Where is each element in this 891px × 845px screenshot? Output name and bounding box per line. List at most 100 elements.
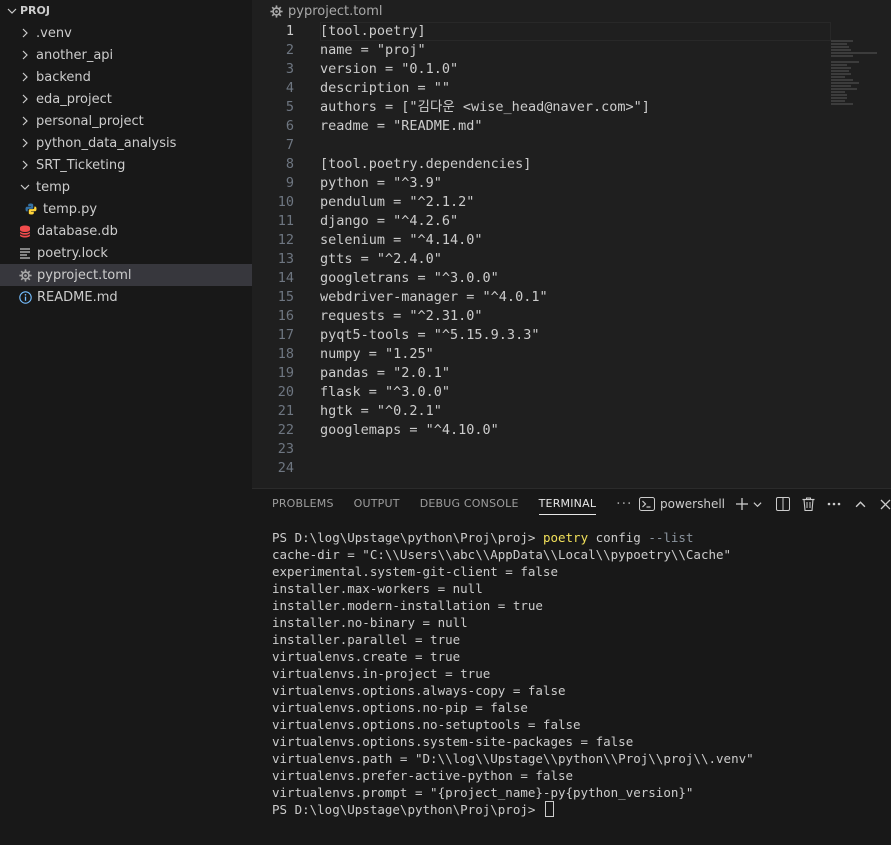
file-readme-md[interactable]: README.md [0, 286, 252, 308]
folder-python-data-analysis[interactable]: python_data_analysis [0, 132, 252, 154]
kill-terminal-button[interactable] [802, 493, 815, 515]
terminal-shell-selector[interactable]: powershell [639, 493, 725, 515]
code-line[interactable]: 12 selenium = "^4.14.0" [252, 231, 891, 250]
code-line[interactable]: 6 readme = "README.md" [252, 117, 891, 136]
split-terminal-button[interactable] [776, 493, 790, 515]
terminal-output-line: virtualenvs.options.no-pip = false [272, 700, 528, 715]
bottom-panel: PROBLEMS OUTPUT DEBUG CONSOLE TERMINAL ··· … [252, 488, 891, 845]
split-icon [776, 497, 790, 511]
code-line[interactable]: 18 numpy = "1.25" [252, 345, 891, 364]
code-line[interactable]: 22 googlemaps = "^4.10.0" [252, 421, 891, 440]
minimap-line [831, 88, 857, 90]
maximize-panel-button[interactable] [855, 493, 866, 515]
line-text: googlemaps = "^4.10.0" [320, 422, 499, 438]
line-number: 20 [277, 384, 294, 400]
new-terminal-button[interactable] [735, 493, 749, 515]
breadcrumb-file[interactable]: pyproject.toml [288, 4, 383, 19]
minimap-line [831, 82, 859, 84]
terminal-output[interactable]: PS D:\log\Upstage\python\Proj\proj> poet… [272, 529, 883, 818]
panel-tabs: PROBLEMS OUTPUT DEBUG CONSOLE TERMINAL ··· … [252, 489, 891, 519]
code-line[interactable]: 19 pandas = "2.0.1" [252, 364, 891, 383]
tree-item-label: temp [36, 179, 71, 195]
panel-tab-output[interactable]: OUTPUT [354, 489, 400, 519]
terminal-output-line: cache-dir = "C:\\Users\\abc\\AppData\\Lo… [272, 547, 732, 562]
file-poetry-lock[interactable]: poetry.lock [0, 242, 252, 264]
line-text: gtts = "^2.4.0" [320, 251, 442, 267]
minimap-line [831, 64, 847, 66]
database-icon [18, 220, 32, 242]
code-line[interactable]: 3 version = "0.1.0" [252, 60, 891, 79]
minimap-line [831, 52, 877, 54]
line-text: readme = "README.md" [320, 118, 483, 134]
line-number: 12 [277, 232, 294, 248]
line-text: pendulum = "^2.1.2" [320, 194, 475, 210]
code-line[interactable]: 23 [252, 440, 891, 459]
code-line[interactable]: 24 [252, 459, 891, 478]
terminal-final-prompt-line[interactable]: PS D:\log\Upstage\python\Proj\proj> [272, 801, 883, 818]
terminal-final-prompt: PS D:\log\Upstage\python\Proj\proj> [272, 802, 543, 817]
code-view[interactable]: 1 [tool.poetry] 2 name = "proj" 3 version = "… [252, 22, 891, 488]
tree-item-label: python_data_analysis [36, 135, 177, 151]
breadcrumb[interactable]: pyproject.toml [252, 0, 891, 22]
minimap-line [831, 94, 847, 96]
terminal-command-line: PS D:\log\Upstage\python\Proj\proj> poet… [272, 529, 883, 546]
code-line[interactable]: 21 hgtk = "^0.2.1" [252, 402, 891, 421]
line-number: 9 [285, 175, 294, 191]
terminal-output-line: virtualenvs.in-project = true [272, 666, 491, 681]
folder-backend[interactable]: backend [0, 66, 252, 88]
code-line[interactable]: 1 [tool.poetry] [252, 22, 891, 41]
chevron-down-icon [18, 176, 32, 198]
panel-overflow-button[interactable] [827, 493, 841, 515]
panel-tab-debug-console[interactable]: DEBUG CONSOLE [420, 489, 519, 519]
folder-srt-ticketing[interactable]: SRT_Ticketing [0, 154, 252, 176]
explorer-root-folder[interactable]: PROJ [0, 0, 252, 22]
folder-another-api[interactable]: another_api [0, 44, 252, 66]
code-line[interactable]: 7 [252, 136, 891, 155]
tree-item-label: database.db [37, 223, 118, 239]
line-number: 3 [285, 61, 294, 77]
file-database-db[interactable]: database.db [0, 220, 252, 242]
lines-file-icon [18, 242, 32, 264]
line-text: pandas = "2.0.1" [320, 365, 451, 381]
folder-temp[interactable]: temp [0, 176, 252, 198]
minimap-line [831, 55, 853, 57]
code-line[interactable]: 2 name = "proj" [252, 41, 891, 60]
tree-item-label: pyproject.toml [37, 267, 132, 283]
folder-venv[interactable]: .venv [0, 22, 252, 44]
line-number: 24 [277, 460, 294, 476]
line-number: 2 [285, 42, 294, 58]
code-line[interactable]: 15 webdriver-manager = "^4.0.1" [252, 288, 891, 307]
terminal-output-line: experimental.system-git-client = false [272, 564, 558, 579]
panel-actions: powershell [639, 489, 891, 519]
line-text: pyqt5-tools = "^5.15.9.3.3" [320, 327, 540, 343]
panel-tab-terminal[interactable]: TERMINAL [538, 489, 597, 519]
minimap[interactable] [831, 40, 883, 110]
panel-more-tabs-button[interactable]: ··· [616, 489, 632, 519]
terminal-command-args: config [588, 530, 649, 545]
terminal-dropdown-button[interactable] [753, 493, 762, 515]
code-line[interactable]: 13 gtts = "^2.4.0" [252, 250, 891, 269]
code-line[interactable]: 8 [tool.poetry.dependencies] [252, 155, 891, 174]
minimap-line [831, 103, 853, 105]
terminal-cursor [544, 801, 554, 817]
panel-tab-problems[interactable]: PROBLEMS [272, 489, 334, 519]
minimap-line [831, 76, 845, 78]
line-number: 1 [285, 23, 294, 39]
close-icon [880, 499, 891, 510]
code-line[interactable]: 10 pendulum = "^2.1.2" [252, 193, 891, 212]
close-panel-button[interactable] [880, 493, 891, 515]
folder-eda-project[interactable]: eda_project [0, 88, 252, 110]
code-line[interactable]: 17 pyqt5-tools = "^5.15.9.3.3" [252, 326, 891, 345]
code-line[interactable]: 4 description = "" [252, 79, 891, 98]
terminal-output-line: installer.max-workers = null [272, 581, 483, 596]
file-pyproject-toml[interactable]: pyproject.toml [0, 264, 252, 286]
editor-area[interactable]: pyproject.toml 1 [tool.poetry] 2 name = "pr… [252, 0, 891, 488]
code-line[interactable]: 20 flask = "^3.0.0" [252, 383, 891, 402]
file-temp-py[interactable]: temp.py [0, 198, 252, 220]
folder-personal-project[interactable]: personal_project [0, 110, 252, 132]
code-line[interactable]: 5 authors = ["김다운 <wise_head@naver.com>"] [252, 98, 891, 117]
code-line[interactable]: 11 django = "^4.2.6" [252, 212, 891, 231]
code-line[interactable]: 16 requests = "^2.31.0" [252, 307, 891, 326]
code-line[interactable]: 14 googletrans = "^3.0.0" [252, 269, 891, 288]
code-line[interactable]: 9 python = "^3.9" [252, 174, 891, 193]
